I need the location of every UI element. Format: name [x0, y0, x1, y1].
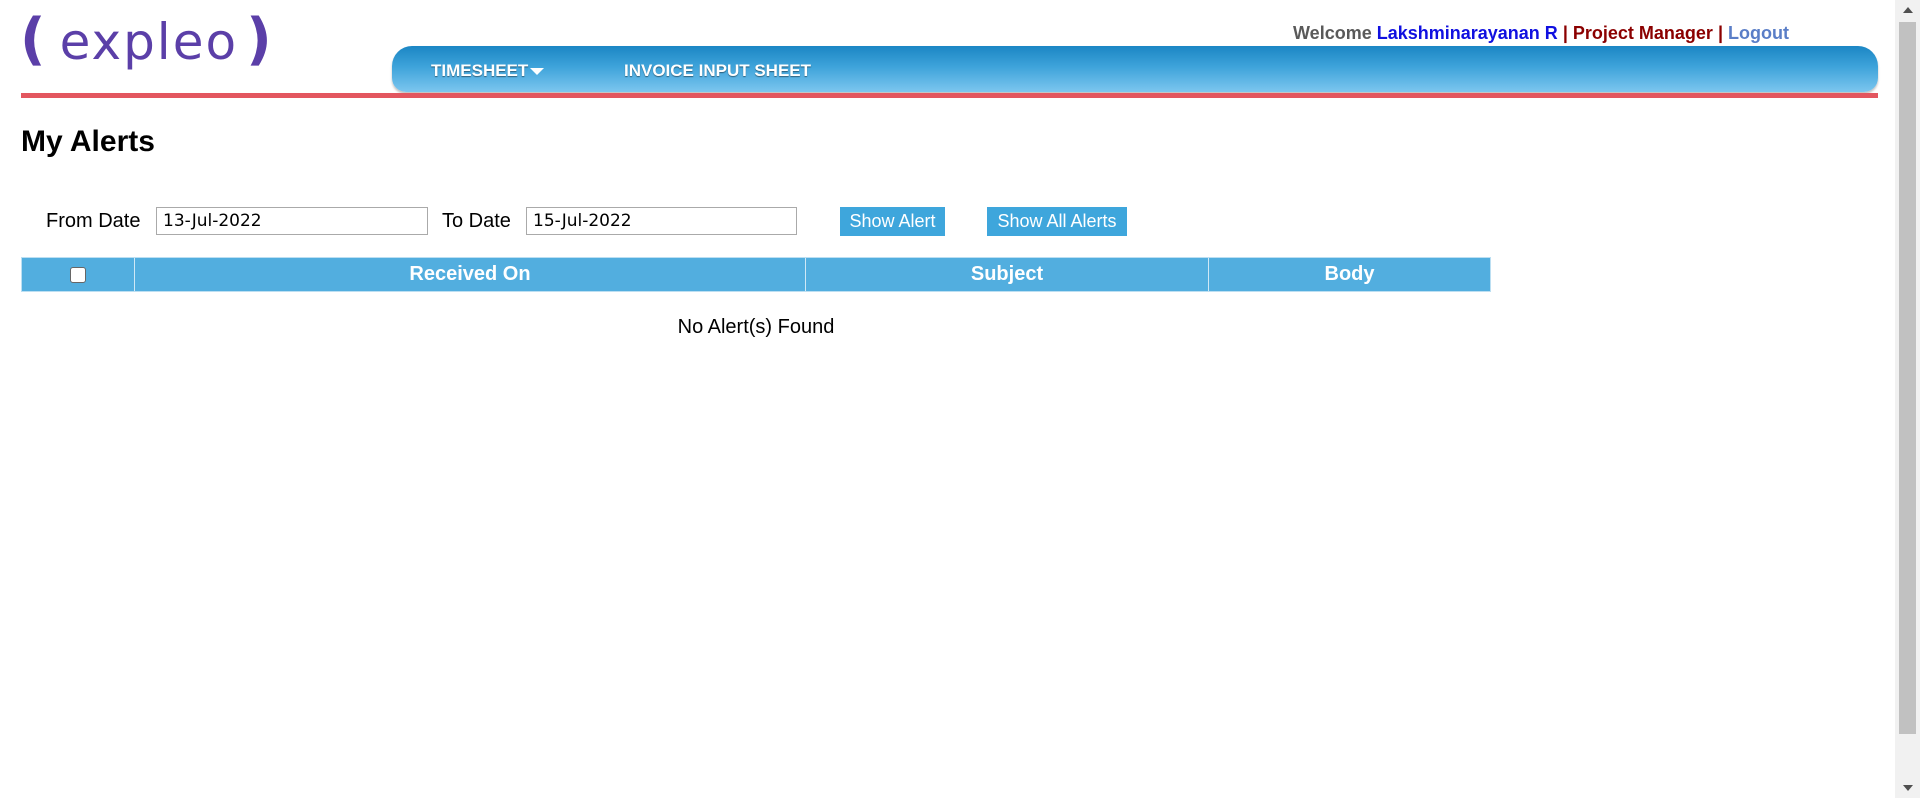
nav-invoice-label: INVOICE INPUT SHEET: [624, 61, 812, 80]
alerts-table-header: Received On Subject Body: [21, 257, 1491, 292]
welcome-bar: Welcome Lakshminarayanan R | Project Man…: [1293, 23, 1789, 44]
column-subject[interactable]: Subject: [806, 258, 1209, 291]
show-all-alerts-button[interactable]: Show All Alerts: [987, 207, 1127, 236]
main-nav: TIMESHEET INVOICE INPUT SHEET: [392, 46, 1878, 92]
logo-text: expleo: [59, 13, 239, 71]
column-received-on[interactable]: Received On: [135, 258, 806, 291]
page-title: My Alerts: [21, 125, 155, 158]
from-date-input[interactable]: [156, 207, 428, 235]
to-date-label: To Date: [442, 210, 511, 232]
separator: |: [1562, 23, 1568, 43]
user-role: Project Manager: [1572, 23, 1713, 43]
select-all-cell: [22, 258, 135, 291]
nav-timesheet-label: TIMESHEET: [431, 61, 529, 80]
scroll-down-arrow-icon[interactable]: [1895, 778, 1920, 798]
nav-invoice-input-sheet[interactable]: INVOICE INPUT SHEET: [624, 61, 811, 81]
nav-timesheet[interactable]: TIMESHEET: [431, 61, 545, 81]
show-alert-button[interactable]: Show Alert: [840, 207, 945, 236]
welcome-label: Welcome: [1293, 23, 1372, 43]
select-all-checkbox[interactable]: [70, 266, 86, 283]
scrollbar-thumb[interactable]: [1899, 22, 1916, 734]
scroll-up-arrow-icon[interactable]: [1895, 0, 1920, 20]
from-date-label: From Date: [46, 210, 141, 232]
empty-message: No Alert(s) Found: [677, 316, 835, 338]
header-divider: [21, 93, 1878, 98]
logout-link[interactable]: Logout: [1728, 23, 1789, 43]
column-body[interactable]: Body: [1209, 258, 1490, 291]
logo-right-bracket: ): [246, 7, 272, 72]
logo-left-bracket: (: [20, 7, 46, 72]
user-name: Lakshminarayanan R: [1376, 23, 1558, 43]
to-date-input[interactable]: [526, 207, 797, 235]
expleo-logo: ( expleo ): [20, 7, 295, 74]
separator: |: [1717, 23, 1723, 43]
vertical-scrollbar[interactable]: [1895, 0, 1920, 798]
chevron-down-icon: [530, 67, 545, 75]
